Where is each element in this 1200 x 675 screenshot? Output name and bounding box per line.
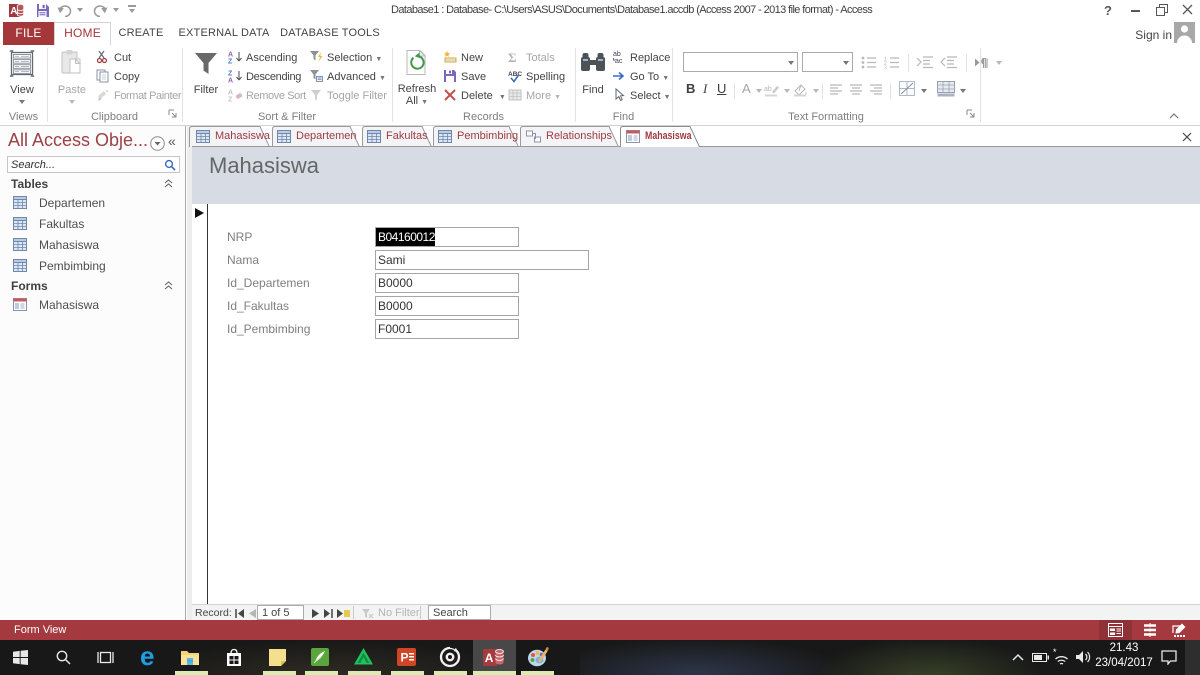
svg-text:*: * bbox=[1053, 648, 1057, 657]
svg-text:ABC: ABC bbox=[508, 71, 522, 78]
svg-text:ac: ac bbox=[615, 58, 623, 64]
svg-text:A: A bbox=[10, 6, 17, 17]
svg-text:3: 3 bbox=[884, 66, 887, 70]
svg-text:A: A bbox=[228, 52, 233, 59]
svg-text:ab: ab bbox=[764, 86, 772, 93]
svg-text:ab: ab bbox=[613, 51, 621, 58]
svg-text:A: A bbox=[228, 90, 233, 97]
svg-text:A: A bbox=[228, 78, 233, 84]
svg-text:A: A bbox=[485, 651, 494, 665]
svg-text:Z: Z bbox=[228, 97, 233, 103]
svg-text:Z: Z bbox=[228, 71, 233, 78]
svg-text:P: P bbox=[401, 651, 409, 665]
svg-text:Z: Z bbox=[228, 59, 233, 65]
